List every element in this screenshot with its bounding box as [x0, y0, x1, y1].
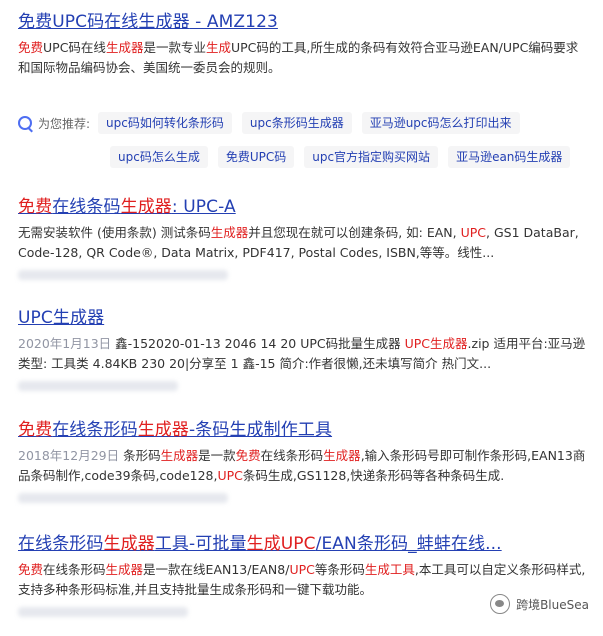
- text-segment: 免费UPC码在线生成器: [18, 12, 190, 32]
- text-segment: 工具-可批量: [154, 534, 247, 554]
- result-title-4[interactable]: 免费在线条形码生成器-条码生成制作工具: [18, 418, 588, 442]
- search-icon: [18, 116, 32, 130]
- result-title-5[interactable]: 在线条形码生成器工具-可批量生成UPC/EAN条形码_蚌蚌在线...: [18, 532, 588, 556]
- highlighted-keyword: 免费: [18, 197, 53, 217]
- text-segment: 并且您现在就可以创建条码, 如: EAN,: [248, 225, 461, 240]
- text-segment: - AMZ123: [189, 12, 278, 32]
- result-snippet-3: 2020年1月13日 鑫-152020-01-13 2046 14 20 UPC…: [18, 334, 588, 374]
- watermark-text: 跨境BlueSea: [516, 597, 589, 612]
- text-segment: 无需安装软件 (使用条款) 测试条码: [18, 225, 211, 240]
- result-snippet-1: 免费UPC码在线生成器是一款专业生成UPC码的工具,所生成的条码有效符合亚马逊E…: [18, 38, 588, 78]
- search-result-1: 免费UPC码在线生成器 - AMZ123 免费UPC码在线生成器是一款专业生成 U…: [18, 10, 588, 78]
- highlighted-keyword: 生成器: [137, 420, 190, 440]
- highlighted-keyword: 免费: [18, 420, 53, 440]
- highlighted-keyword: 生成工具: [364, 562, 415, 577]
- result-url-blurred: [18, 270, 228, 280]
- recommend-tag[interactable]: upc官方指定购买网站: [304, 146, 439, 168]
- text-segment: 条形码: [119, 448, 161, 463]
- recommend-row-1: 为您推荐: upc码如何转化条形码 upc条形码生成器 亚马逊upc码怎么打印出…: [18, 112, 593, 134]
- text-segment: -条码生成制作工具: [189, 420, 333, 440]
- highlighted-keyword: UPC: [460, 225, 487, 240]
- highlighted-keyword: 生成: [205, 40, 231, 55]
- search-result-2: 免费在线条码生成器: UPC-A 无需安装软件 (使用条款) 测试条码生成器并且…: [18, 195, 588, 280]
- search-result-4: 免费在线条形码生成器-条码生成制作工具 2018年12月29日 条形码生成器是一…: [18, 418, 588, 503]
- recommend-tag[interactable]: upc条形码生成器: [241, 112, 352, 134]
- text-segment: 鑫-152020-01-13 2046 14 20 UPC码批量生成器: [111, 336, 405, 351]
- result-title-3[interactable]: UPC生成器: [18, 306, 588, 330]
- highlighted-keyword: 生成器: [103, 534, 155, 554]
- recommend-tag[interactable]: upc码怎么生成: [110, 146, 208, 168]
- text-segment: 在线条形码: [52, 420, 138, 440]
- text-segment: 等条形码: [314, 562, 365, 577]
- highlighted-keyword: 免费: [18, 562, 44, 577]
- highlighted-keyword: 生成器: [105, 562, 144, 577]
- result-snippet-4: 2018年12月29日 条形码生成器是一款免费在线条形码生成器,输入条形码号即可…: [18, 446, 588, 486]
- highlighted-keyword: 生成器: [323, 448, 361, 463]
- result-url-blurred: [18, 607, 188, 617]
- text-segment: 在线条码: [52, 197, 121, 217]
- recommend-tag[interactable]: 亚马逊ean码生成器: [448, 146, 571, 168]
- result-url-blurred: [18, 493, 228, 503]
- result-date: 2020年1月13日: [18, 336, 112, 351]
- result-snippet-2: 无需安装软件 (使用条款) 测试条码生成器并且您现在就可以创建条码, 如: EA…: [18, 223, 588, 263]
- result-title-2[interactable]: 免费在线条码生成器: UPC-A: [18, 195, 588, 219]
- recommendations: 为您推荐: upc码如何转化条形码 upc条形码生成器 亚马逊upc码怎么打印出…: [18, 112, 593, 180]
- highlighted-keyword: UPC生成器: [404, 336, 468, 351]
- highlighted-keyword: 免费: [235, 448, 261, 463]
- text-segment: : UPC-A: [171, 197, 236, 217]
- recommend-row-2: upc码怎么生成 免费UPC码 upc官方指定购买网站 亚马逊ean码生成器: [18, 146, 593, 168]
- search-result-3: UPC生成器 2020年1月13日 鑫-152020-01-13 2046 14…: [18, 306, 588, 391]
- result-date: 2018年12月29日: [18, 448, 120, 463]
- highlighted-keyword: 生成器: [160, 448, 199, 463]
- text-segment: 在线条形码: [18, 534, 104, 554]
- text-segment: /EAN条形码_蚌蚌在线...: [315, 534, 502, 554]
- text-segment: 条码生成,GS1128,快递条形码等各种条码生成.: [242, 468, 505, 483]
- text-segment: 是一款专业: [143, 40, 206, 55]
- highlighted-keyword: UPC: [289, 562, 315, 577]
- highlighted-keyword: UPC: [217, 468, 243, 483]
- result-url-blurred: [18, 381, 178, 391]
- highlighted-keyword: 免费: [18, 40, 44, 55]
- text-segment: 在线条形码: [43, 562, 106, 577]
- text-segment: 在线条形码: [260, 448, 324, 463]
- recommend-tag[interactable]: upc码如何转化条形码: [98, 112, 232, 134]
- text-segment: UPC码在线: [43, 40, 106, 55]
- highlighted-keyword: 生成UPC: [246, 534, 316, 554]
- highlighted-keyword: 生成器: [105, 40, 144, 55]
- highlighted-keyword: 生成器: [210, 225, 249, 240]
- recommend-tag[interactable]: 免费UPC码: [217, 146, 295, 168]
- text-segment: UPC生成器: [18, 308, 105, 328]
- text-segment: 是一款: [198, 448, 236, 463]
- result-title-1[interactable]: 免费UPC码在线生成器 - AMZ123: [18, 10, 588, 34]
- text-segment: 是一款在线EAN13/EAN8/: [143, 562, 290, 577]
- recommend-tag[interactable]: 亚马逊upc码怎么打印出来: [361, 112, 520, 134]
- watermark: 跨境BlueSea: [490, 594, 589, 614]
- highlighted-keyword: 生成器: [120, 197, 172, 217]
- recommend-label: 为您推荐:: [38, 116, 91, 131]
- wechat-icon: [490, 594, 511, 614]
